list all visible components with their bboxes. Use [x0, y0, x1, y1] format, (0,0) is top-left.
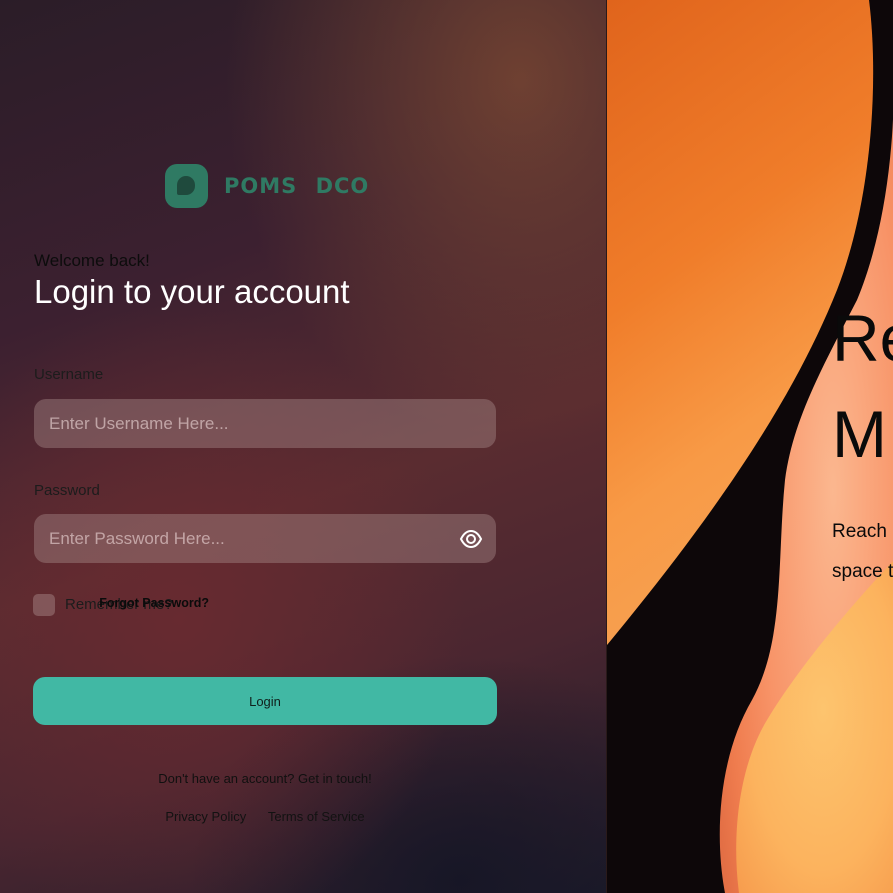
footer-links: Privacy Policy Terms of Service [0, 809, 530, 824]
logo-icon [165, 164, 208, 208]
hero-description: Reach u space t [832, 512, 893, 592]
hero-title-line: Re [832, 301, 893, 375]
signup-prompt: Don't have an account? Get in touch! [0, 771, 530, 786]
page-title: Login to your account [34, 273, 350, 310]
terms-of-service-link[interactable]: Terms of Service [268, 809, 365, 824]
brand-name: POMS DCO [224, 174, 370, 198]
hero-title: Re M [832, 290, 893, 482]
privacy-policy-link[interactable]: Privacy Policy [165, 809, 246, 824]
brand-logo: POMS DCO [165, 164, 369, 208]
forgot-password-link[interactable]: Forgot Password? [99, 596, 209, 610]
get-in-touch-link[interactable]: Get in touch! [298, 771, 372, 786]
hero-panel: Re M Reach u space t [606, 0, 893, 893]
username-label: Username [34, 366, 104, 383]
username-input[interactable] [34, 399, 496, 448]
hero-text-line: Reach u [832, 521, 893, 542]
hero-text-line: space t [832, 561, 893, 582]
login-panel: POMS DCO Welcome back! Login to your acc… [0, 0, 606, 893]
password-label: Password [34, 482, 100, 499]
hero-title-line: M [832, 397, 887, 471]
eye-icon[interactable] [459, 528, 483, 550]
welcome-text: Welcome back! [34, 251, 150, 270]
login-button[interactable]: Login [33, 677, 497, 725]
signup-prompt-text: Don't have an account? [158, 771, 295, 786]
remember-me-checkbox[interactable] [33, 594, 55, 616]
password-input[interactable] [34, 514, 496, 563]
